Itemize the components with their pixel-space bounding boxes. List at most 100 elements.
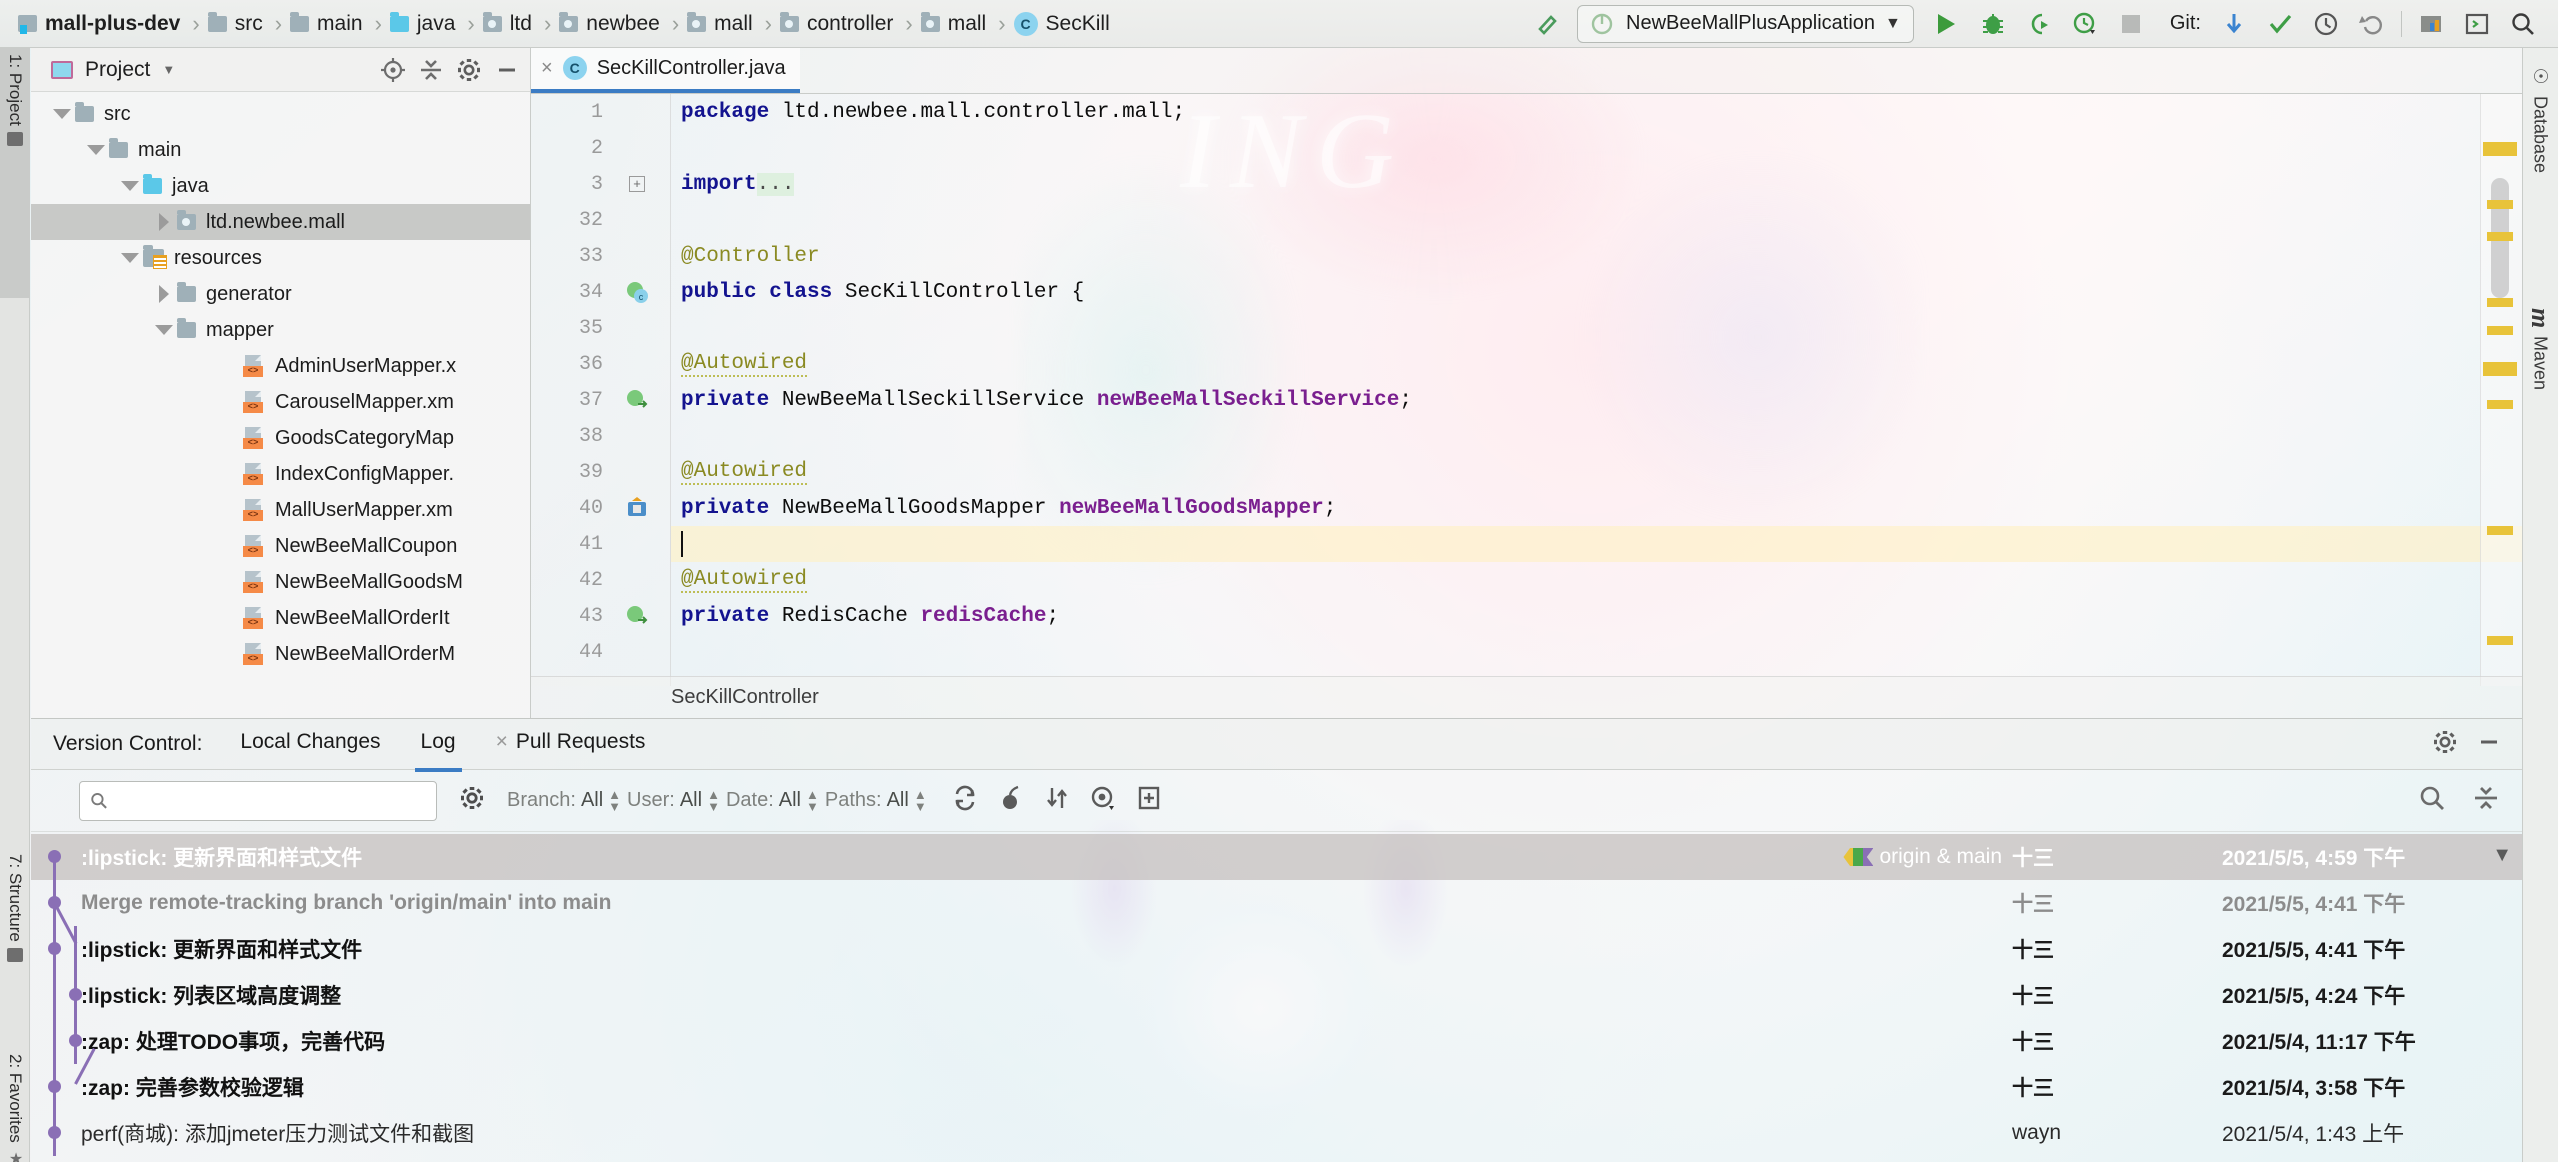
tab-local-changes[interactable]: Local Changes [240,730,380,758]
profile-icon[interactable] [2062,3,2108,45]
editor-marker-scrollbar[interactable] [2480,94,2522,686]
breadcrumb-item-module[interactable]: mall-plus-dev › [14,0,204,48]
fold-marker-icon[interactable]: + [609,176,665,192]
vcs-search-field[interactable] [114,789,426,812]
build-icon[interactable] [1525,3,1571,45]
sidebar-item-maven[interactable]: m Maven [2522,298,2558,508]
filter-user[interactable]: User: All ▲ ▼ [627,788,720,813]
chevron-down-icon[interactable] [117,181,143,191]
tree-item-file[interactable]: <> NewBeeMallOrderIt [31,600,530,636]
chevron-right-icon[interactable] [151,285,177,303]
tree-item-file[interactable]: <> NewBeeMallGoodsM [31,564,530,600]
breadcrumb-item-main[interactable]: main › [286,0,386,48]
warning-marker[interactable] [2487,526,2513,535]
code-editor[interactable]: 1 2 3+ 32 33 34 c 35 36 37 38 39 40 41 [531,94,2522,686]
warning-marker[interactable] [2487,400,2513,409]
locate-icon[interactable] [376,53,410,87]
mybatis-marker-icon[interactable] [609,495,665,521]
gear-icon[interactable] [452,53,486,87]
chevron-down-icon[interactable] [49,109,75,119]
chevron-down-icon[interactable] [151,325,177,335]
editor-tab-seckillcontroller[interactable]: × C SecKillController.java [531,47,800,93]
tree-item-file[interactable]: <> MallUserMapper.xm [31,492,530,528]
tree-item-resources[interactable]: resources [31,240,530,276]
chevron-down-icon[interactable] [83,145,109,155]
warning-marker[interactable] [2487,326,2513,335]
commit-row[interactable]: perf(商城): 添加jmeter压力测试文件和截图 wayn 2021/5/… [31,1110,2522,1156]
tree-item-main[interactable]: main [31,132,530,168]
hide-icon[interactable] [2476,729,2502,760]
search-icon[interactable] [2418,784,2446,817]
debug-icon[interactable] [1970,3,2016,45]
sidebar-item-database[interactable]: ☉ Database [2522,56,2558,296]
tab-log[interactable]: Log [414,730,462,772]
project-structure-icon[interactable] [2408,3,2454,45]
breadcrumb-item-newbee[interactable]: newbee › [555,0,683,48]
update-project-icon[interactable] [2211,3,2257,45]
run-with-coverage-icon[interactable] [2016,3,2062,45]
commit-row[interactable]: :lipstick: 列表区域高度调整 十三 2021/5/5, 4:24 下午 [31,972,2522,1018]
breadcrumb-item-class[interactable]: C SecKill [1010,0,1120,48]
filter-date[interactable]: Date: All ▲ ▼ [726,788,819,813]
commit-row[interactable]: Merge remote-tracking branch 'origin/mai… [31,880,2522,945]
stop-icon[interactable] [2108,3,2154,45]
editor-breadcrumb[interactable]: SecKillController [531,676,2522,718]
commit-row[interactable]: :zap: 完善参数校验逻辑 十三 2021/5/4, 3:58 下午 [31,1047,2522,1110]
cherry-pick-icon[interactable] [997,784,1025,817]
gear-icon[interactable] [2432,729,2458,760]
chevron-down-icon[interactable]: ▼ [162,62,175,77]
bean-marker-icon[interactable] [609,603,665,629]
search-everywhere-icon[interactable] [2500,3,2546,45]
tree-item-file[interactable]: <> NewBeeMallOrderM [31,636,530,672]
breadcrumb-item-java[interactable]: java › [386,0,479,48]
tree-item-src[interactable]: src [31,96,530,132]
sidebar-item-favorites[interactable]: 2: Favorites ★ [0,1048,30,1162]
tree-item-mapper[interactable]: mapper [31,312,530,348]
chevron-down-icon[interactable]: ▼ [2492,844,2512,867]
run-icon[interactable] [1924,3,1970,45]
breadcrumb-item-controller[interactable]: controller › [776,0,917,48]
breadcrumb-item-ltd[interactable]: ltd › [479,0,556,48]
tree-item-file[interactable]: <> IndexConfigMapper. [31,456,530,492]
terminal-icon[interactable] [2454,3,2500,45]
refresh-icon[interactable] [951,784,979,817]
breadcrumb-item-mall[interactable]: mall › [683,0,776,48]
tree-item-file[interactable]: <> NewBeeMallCoupon [31,528,530,564]
warning-marker[interactable] [2487,636,2513,645]
show-details-icon[interactable] [1089,784,1117,817]
warning-marker[interactable] [2487,298,2513,307]
new-branch-icon[interactable] [1135,784,1163,817]
chevron-right-icon[interactable] [151,213,177,231]
collapse-all-icon[interactable] [414,53,448,87]
warning-marker[interactable] [2483,142,2517,156]
tab-pull-requests[interactable]: × Pull Requests [496,730,646,758]
tree-item-generator[interactable]: generator [31,276,530,312]
tree-item-file[interactable]: <> GoodsCategoryMap [31,420,530,456]
commit-icon[interactable] [2257,3,2303,45]
run-configuration-selector[interactable]: NewBeeMallPlusApplication ▼ [1577,4,1914,43]
warning-marker[interactable] [2487,232,2513,241]
warning-marker[interactable] [2487,200,2513,209]
branch-label[interactable]: origin & main [1843,845,2002,869]
tree-item-java[interactable]: java [31,168,530,204]
sidebar-item-project[interactable]: 1: Project [0,48,30,298]
class-marker-icon[interactable]: c [609,279,665,305]
commit-row[interactable]: :zap: 处理TODO事项，完善代码 十三 2021/5/4, 11:17 下… [31,1018,2522,1064]
history-icon[interactable] [2303,3,2349,45]
tree-item-file[interactable]: <> AdminUserMapper.x [31,348,530,384]
bean-marker-icon[interactable] [609,387,665,413]
hide-icon[interactable] [490,53,524,87]
editor-gutter[interactable]: 1 2 3+ 32 33 34 c 35 36 37 38 39 40 41 [531,94,671,686]
filter-paths[interactable]: Paths: All ▲ ▼ [825,788,927,813]
code-text-area[interactable]: package ltd.newbee.mall.controller.mall;… [671,94,2522,686]
rollback-icon[interactable] [2349,3,2395,45]
collapse-all-icon[interactable] [2472,784,2500,817]
tree-item-ltd-newbee-mall[interactable]: ltd.newbee.mall [31,204,530,240]
tree-item-file[interactable]: <> CarouselMapper.xm [31,384,530,420]
breadcrumb-item-mall-2[interactable]: mall › [917,0,1010,48]
chevron-down-icon[interactable] [117,253,143,263]
filter-branch[interactable]: Branch: All ▲ ▼ [507,788,621,813]
close-icon[interactable]: × [496,730,508,753]
search-input[interactable] [79,780,437,821]
commit-row[interactable]: :lipstick: 更新界面和样式文件 origin & main 十三 20… [31,834,2522,880]
